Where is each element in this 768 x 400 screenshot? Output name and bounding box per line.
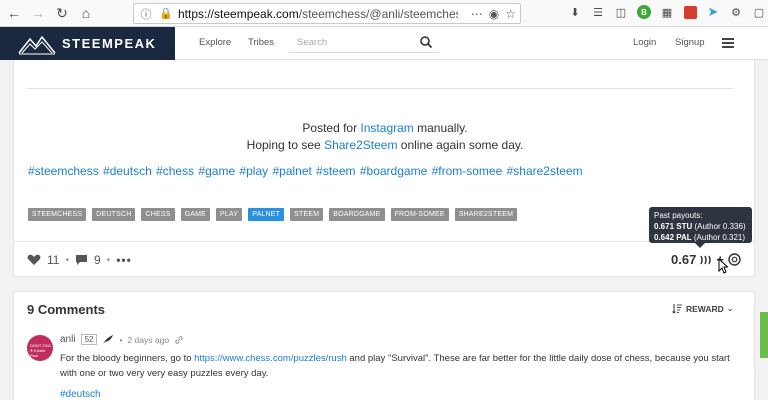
logo-text: STEEMPEAK [62, 36, 157, 51]
post-card: Posted for Instagram manually. Hoping to… [13, 60, 756, 277]
post-body: Posted for Instagram manually. Hoping to… [14, 120, 756, 154]
tag-steemchess[interactable]: STEEMCHESS [28, 208, 87, 221]
reputation-badge: 52 [80, 334, 98, 345]
separator-dot: • [119, 334, 123, 345]
payout-value: 0.67 [671, 252, 697, 267]
avatar-text: DONT 2011 ® Kinder Paul [30, 343, 51, 358]
bookmark-star-icon[interactable]: ☆ [505, 7, 516, 21]
comments-section: 9 Comments REWARD ⌄ DONT 2011 ® Kinder P… [13, 291, 755, 400]
hoping-line: Hoping to see Share2Steem online again s… [246, 138, 524, 152]
signup-link[interactable]: Signup [675, 37, 705, 48]
more-actions-icon[interactable]: ⋯ [471, 7, 483, 21]
extension-green-icon[interactable]: B [635, 3, 653, 21]
extension-blue-icon[interactable]: ➤ [704, 3, 722, 21]
info-icon[interactable]: ⓘ [138, 6, 154, 22]
tag-chess[interactable]: CHESS [141, 208, 175, 221]
side-tab[interactable] [760, 312, 768, 358]
heart-icon[interactable] [27, 254, 41, 266]
tag-steem[interactable]: STEEM [290, 208, 324, 221]
tooltip-line-stu: 0.671 STU (Author 0.336) [654, 222, 746, 231]
home-icon[interactable]: ⌂ [74, 1, 98, 25]
address-bar[interactable]: ⓘ 🔒 https://steempeak.com/steemchess/@an… [133, 3, 521, 24]
nav-explore[interactable]: Explore [199, 37, 231, 48]
url-text[interactable]: https://steempeak.com/steemchess/@anli/s… [178, 7, 458, 21]
palnet-token-icon [728, 253, 741, 266]
payout-tooltip: Past payouts: 0.671 STU (Author 0.336) 0… [649, 207, 752, 248]
comment-meta: anli 52 • 2 days ago [60, 334, 184, 345]
permalink-icon[interactable] [174, 335, 184, 345]
comment-count[interactable]: 9 [94, 253, 101, 267]
site-header: STEEMPEAK Explore Tribes Search Login Si… [0, 27, 768, 60]
hamburger-menu-icon[interactable] [722, 38, 734, 48]
reload-icon[interactable]: ↻ [50, 1, 74, 25]
comments-title: 9 Comments [27, 302, 106, 317]
extension-gear-icon[interactable]: ⚙ [727, 3, 745, 21]
screenshot-icon[interactable]: ▢ [750, 3, 768, 21]
separator-dot: • [106, 254, 111, 266]
divider [27, 88, 733, 89]
lock-icon[interactable]: 🔒 [158, 7, 174, 20]
sidebar-icon[interactable]: ◫ [612, 3, 630, 21]
logo[interactable]: STEEMPEAK [0, 27, 175, 60]
tag-boardgame[interactable]: BOARDGAME [329, 208, 385, 221]
avatar[interactable]: DONT 2011 ® Kinder Paul [27, 335, 53, 361]
comment-hashtag[interactable]: #deutsch [60, 389, 101, 400]
login-link[interactable]: Login [633, 37, 656, 48]
search-input[interactable]: Search [289, 33, 439, 53]
divider [14, 241, 756, 242]
nav-tribes[interactable]: Tribes [248, 37, 274, 48]
more-options-icon[interactable]: ••• [116, 253, 132, 267]
steem-logo-icon [700, 255, 712, 264]
tag-list: STEEMCHESS DEUTSCH CHESS GAME PLAY PALNE… [28, 208, 518, 221]
posted-line: Posted for Instagram manually. [302, 121, 468, 135]
sort-dropdown[interactable]: REWARD ⌄ [672, 303, 733, 314]
tag-deutsch[interactable]: DEUTSCH [92, 208, 136, 221]
tooltip-arrow [695, 243, 705, 248]
tooltip-line-pal: 0.642 PAL (Author 0.321) [654, 233, 746, 242]
vote-count[interactable]: 11 [47, 253, 59, 267]
library-icon[interactable]: ☰ [589, 3, 607, 21]
tag-play[interactable]: PLAY [216, 208, 243, 221]
comment-body: For the bloody beginners, go to https://… [60, 353, 730, 379]
hashtag-links[interactable]: #steemchess #deutsch #chess #game #play … [28, 164, 583, 178]
chevron-down-icon: ⌄ [726, 304, 734, 313]
browser-toolbar: ← → ↻ ⌂ ⓘ 🔒 https://steempeak.com/steemc… [0, 0, 768, 27]
back-icon[interactable]: ← [2, 1, 26, 25]
search-placeholder: Search [297, 37, 328, 48]
comment-time[interactable]: 2 days ago [127, 335, 169, 345]
extension-red-icon[interactable] [681, 3, 699, 21]
tag-game[interactable]: GAME [180, 208, 211, 221]
tag-from-somee[interactable]: FROM-SOMEE [390, 208, 449, 221]
pocket-icon[interactable]: ◉ [489, 7, 499, 21]
forward-icon[interactable]: → [26, 1, 50, 25]
tag-share2steem[interactable]: SHARE2STEEM [454, 208, 518, 221]
mouse-cursor-icon [718, 258, 728, 274]
steempeak-logo-icon [18, 35, 56, 54]
sort-label: REWARD [686, 303, 724, 314]
payout-info[interactable]: 0.67 + [671, 252, 741, 267]
sort-icon [672, 304, 682, 314]
tag-palnet[interactable]: PALNET [248, 208, 285, 221]
tooltip-title: Past payouts: [654, 211, 703, 220]
comment-author[interactable]: anli [60, 334, 76, 345]
extension-grey-icon[interactable]: ▦ [658, 3, 676, 21]
search-icon[interactable] [419, 35, 433, 49]
instagram-link[interactable]: Instagram [360, 121, 413, 135]
chess-puzzle-link[interactable]: https://www.chess.com/puzzles/rush [194, 353, 347, 364]
quill-icon [103, 335, 114, 344]
comment-icon[interactable] [75, 254, 88, 266]
share2steem-link[interactable]: Share2Steem [324, 138, 397, 152]
download-icon[interactable]: ⬇ [566, 3, 584, 21]
separator-dot: • [65, 254, 69, 266]
post-stats: 11 • 9 • ••• [27, 253, 132, 267]
